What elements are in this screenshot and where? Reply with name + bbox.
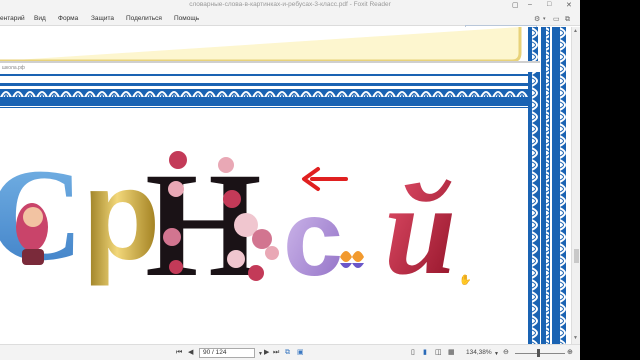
continuous-facing-icon[interactable]: ▦: [448, 348, 455, 357]
zoom-out-icon[interactable]: ⊖: [503, 348, 509, 357]
status-bar: ⏮ ◀ 90 / 124 ▼ ▶ ⏭ ⧉ ▣ ▯ ▮ ◫ ▦ 134,38% ▼…: [0, 344, 580, 360]
scroll-down-icon[interactable]: ▼: [573, 335, 578, 341]
menu-view[interactable]: Вид: [34, 15, 46, 22]
copy-page-icon[interactable]: ⧉: [285, 348, 290, 357]
zoom-slider-thumb[interactable]: [537, 349, 540, 357]
prev-page-icon[interactable]: ◀: [188, 348, 193, 357]
menu-share[interactable]: Поделиться: [126, 15, 162, 22]
settings-icon[interactable]: ⚙: [534, 15, 540, 24]
watermark: школа.рф: [2, 65, 25, 71]
next-page-icon[interactable]: ▶: [264, 348, 269, 357]
menu-form[interactable]: Форма: [58, 15, 78, 22]
first-page-icon[interactable]: ⏮: [176, 348, 182, 357]
page-dropdown-icon[interactable]: ▼: [258, 350, 263, 359]
facing-page-icon[interactable]: ◫: [435, 348, 442, 357]
last-page-icon[interactable]: ⏭: [273, 348, 279, 357]
foxit-reader-window: словарные-слова-в-картинках-и-ребусах-3-…: [0, 0, 580, 360]
window-title: словарные-слова-в-картинках-и-ребусах-3-…: [189, 1, 391, 8]
restore-icon[interactable]: ▢: [512, 1, 519, 9]
layout-icon[interactable]: ▭: [553, 15, 560, 24]
scroll-thumb[interactable]: [574, 249, 579, 263]
hand-cursor-icon: ✋: [459, 273, 471, 286]
zoom-dropdown-icon[interactable]: ▼: [494, 350, 499, 359]
scroll-up-icon[interactable]: ▲: [573, 28, 578, 34]
zoom-in-icon[interactable]: ⊕: [567, 348, 573, 357]
zoom-level[interactable]: 134,38%: [466, 348, 492, 357]
menu-bar: ентарий Вид Форма Защита Поделиться Помо…: [0, 12, 580, 36]
restore-ribbon-icon[interactable]: ⧉: [565, 15, 570, 24]
letter-i-red: й: [384, 158, 456, 302]
vertical-scrollbar[interactable]: ▲ ▼: [571, 27, 580, 344]
menu-comment[interactable]: ентарий: [0, 15, 25, 22]
letter-s-purple: с: [283, 177, 343, 298]
close-icon[interactable]: ✕: [566, 1, 572, 9]
title-bar: словарные-слова-в-картинках-и-ребусах-3-…: [0, 0, 580, 12]
continuous-page-icon[interactable]: ▮: [423, 348, 427, 357]
menu-help[interactable]: Помощь: [174, 15, 199, 22]
single-page-icon[interactable]: ▯: [411, 348, 415, 357]
rebus-letters: С р Н с: [0, 141, 456, 308]
rotate-page-icon[interactable]: ▣: [297, 348, 304, 357]
menu-protect[interactable]: Защита: [91, 15, 114, 22]
zoom-slider[interactable]: [515, 353, 565, 354]
chevron-down-icon[interactable]: ▾: [543, 15, 546, 24]
pdf-page: школа.рф С р Н: [0, 27, 571, 344]
maximize-icon[interactable]: □: [547, 1, 551, 8]
page-number-input[interactable]: 90 / 124: [199, 348, 255, 358]
document-view[interactable]: школа.рф С р Н: [0, 27, 571, 344]
minimize-icon[interactable]: –: [528, 1, 532, 8]
desktop-background: [580, 0, 640, 360]
